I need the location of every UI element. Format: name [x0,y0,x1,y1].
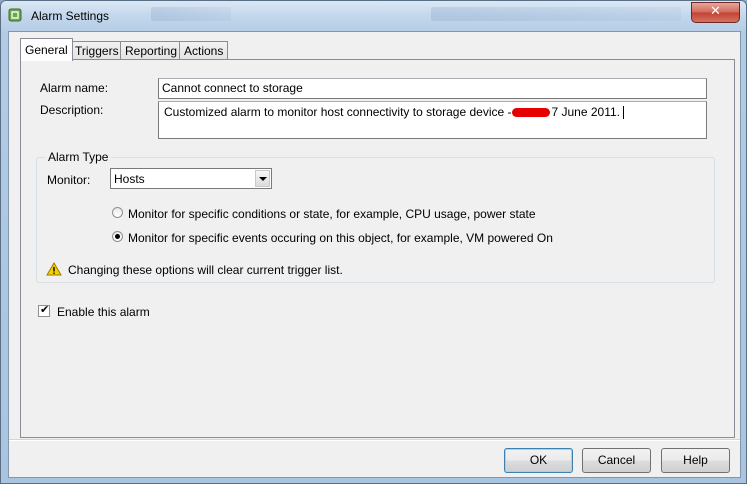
background-window-ghost [151,7,231,21]
description-label: Description: [40,103,104,117]
window-title: Alarm Settings [31,9,110,23]
chevron-down-icon[interactable] [255,170,270,187]
tab-actions[interactable]: Actions [179,41,229,60]
background-window-ghost [431,7,681,21]
monitor-dropdown[interactable]: Hosts [110,168,272,189]
close-button[interactable]: ✕ [691,2,740,23]
description-field[interactable]: Customized alarm to monitor host connect… [158,101,707,139]
monitor-dropdown-value: Hosts [114,172,145,186]
warning-text: Changing these options will clear curren… [68,263,343,277]
radio-events-label[interactable]: Monitor for specific events occuring on … [128,231,553,245]
radio-events[interactable] [112,231,123,242]
help-button[interactable]: Help [661,448,730,473]
ok-button[interactable]: OK [504,448,573,473]
warning-icon [46,262,62,276]
text-caret [623,106,624,120]
title-bar[interactable]: Alarm Settings ✕ [1,1,746,31]
enable-alarm-label[interactable]: Enable this alarm [57,305,150,319]
footer-separator [9,439,740,441]
check-icon: ✔ [40,303,50,316]
alarm-settings-window: Alarm Settings ✕ General Triggers Report… [0,0,747,484]
radio-conditions-label[interactable]: Monitor for specific conditions or state… [128,207,536,221]
description-text-prefix: Customized alarm to monitor host connect… [164,105,512,119]
description-text-suffix: 7 June 2011. [551,105,620,119]
cancel-button[interactable]: Cancel [582,448,651,473]
alarm-name-field[interactable]: Cannot connect to storage [158,78,707,99]
vsphere-icon [8,8,22,22]
tab-reporting[interactable]: Reporting [120,41,183,60]
tab-triggers[interactable]: Triggers [70,41,124,60]
redaction-mark [512,108,551,118]
tab-general[interactable]: General [20,38,73,61]
enable-alarm-checkbox[interactable]: ✔ [38,303,50,317]
alarm-name-value: Cannot connect to storage [162,81,303,95]
monitor-label: Monitor: [47,173,91,187]
dialog-body: General Triggers Reporting Actions Alarm… [8,31,741,478]
alarm-type-legend: Alarm Type [45,150,112,164]
alarm-name-label: Alarm name: [40,81,109,95]
radio-conditions[interactable] [112,207,123,218]
